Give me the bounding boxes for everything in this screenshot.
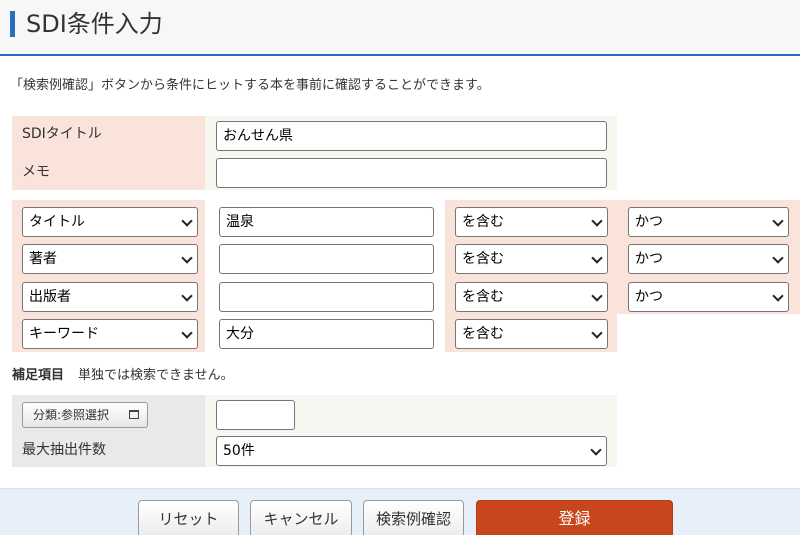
condition-4-match-select[interactable]: を含む bbox=[455, 319, 608, 349]
preview-button[interactable]: 検索例確認 bbox=[363, 500, 464, 535]
condition-3-field-select[interactable]: 出版者 bbox=[22, 282, 198, 312]
supplement-note: 単独では検索できません。 bbox=[78, 368, 234, 383]
condition-2-field-value: 著者 bbox=[29, 251, 57, 267]
cancel-button[interactable]: キャンセル bbox=[250, 500, 352, 535]
condition-4-value-input[interactable]: 大分 bbox=[219, 319, 434, 349]
popup-window-icon bbox=[129, 410, 139, 419]
sdi-title-input[interactable]: おんせん県 bbox=[216, 121, 607, 151]
memo-input[interactable] bbox=[216, 158, 607, 188]
chevron-down-icon bbox=[772, 290, 784, 302]
header-accent-bar bbox=[10, 11, 15, 37]
condition-3-value-input[interactable] bbox=[219, 282, 434, 312]
condition-1-match-value: を含む bbox=[462, 214, 504, 230]
condition-1-field-select[interactable]: タイトル bbox=[22, 207, 198, 237]
max-results-label: 最大抽出件数 bbox=[22, 442, 106, 458]
classification-button-label: 分類:参照選択 bbox=[33, 408, 110, 422]
condition-3-logic-value: かつ bbox=[635, 289, 663, 305]
condition-1-logic-select[interactable]: かつ bbox=[628, 207, 789, 237]
condition-3-match-select[interactable]: を含む bbox=[455, 282, 608, 312]
classification-input[interactable] bbox=[216, 400, 295, 430]
condition-4-match-value: を含む bbox=[462, 326, 504, 342]
condition-1-value-input[interactable]: 温泉 bbox=[219, 207, 434, 237]
condition-3-field-value: 出版者 bbox=[29, 289, 71, 305]
condition-2-field-select[interactable]: 著者 bbox=[22, 244, 198, 274]
condition-3-logic-select[interactable]: かつ bbox=[628, 282, 789, 312]
sdi-title-label: SDIタイトル bbox=[12, 116, 205, 154]
page-title: SDI条件入力 bbox=[26, 10, 163, 38]
supplement-line: 補足項目 単独では検索できません。 bbox=[12, 364, 234, 383]
condition-3-match-value: を含む bbox=[462, 289, 504, 305]
page-header: SDI条件入力 bbox=[0, 0, 800, 56]
condition-4-field-value: キーワード bbox=[29, 326, 99, 342]
chevron-down-icon bbox=[181, 252, 193, 264]
max-results-value: 50件 bbox=[223, 443, 255, 459]
chevron-down-icon bbox=[181, 327, 193, 339]
chevron-down-icon bbox=[181, 215, 193, 227]
register-button[interactable]: 登録 bbox=[476, 500, 673, 535]
condition-2-match-value: を含む bbox=[462, 251, 504, 267]
max-results-select[interactable]: 50件 bbox=[216, 436, 607, 466]
chevron-down-icon bbox=[591, 252, 603, 264]
condition-2-match-select[interactable]: を含む bbox=[455, 244, 608, 274]
condition-2-logic-value: かつ bbox=[635, 251, 663, 267]
condition-1-field-value: タイトル bbox=[29, 214, 85, 230]
chevron-down-icon bbox=[772, 215, 784, 227]
description-text: 「検索例確認」ボタンから条件にヒットする本を事前に確認することができます。 bbox=[10, 78, 490, 93]
condition-1-match-select[interactable]: を含む bbox=[455, 207, 608, 237]
memo-label: メモ bbox=[12, 154, 205, 190]
chevron-down-icon bbox=[772, 252, 784, 264]
condition-2-value-input[interactable] bbox=[219, 244, 434, 274]
supplement-heading: 補足項目 bbox=[12, 368, 65, 383]
classification-select-button[interactable]: 分類:参照選択 bbox=[22, 402, 148, 428]
chevron-down-icon bbox=[590, 444, 602, 456]
chevron-down-icon bbox=[181, 290, 193, 302]
condition-1-logic-value: かつ bbox=[635, 214, 663, 230]
chevron-down-icon bbox=[591, 327, 603, 339]
chevron-down-icon bbox=[591, 290, 603, 302]
reset-button[interactable]: リセット bbox=[138, 500, 239, 535]
condition-4-field-select[interactable]: キーワード bbox=[22, 319, 198, 349]
chevron-down-icon bbox=[591, 215, 603, 227]
condition-2-logic-select[interactable]: かつ bbox=[628, 244, 789, 274]
